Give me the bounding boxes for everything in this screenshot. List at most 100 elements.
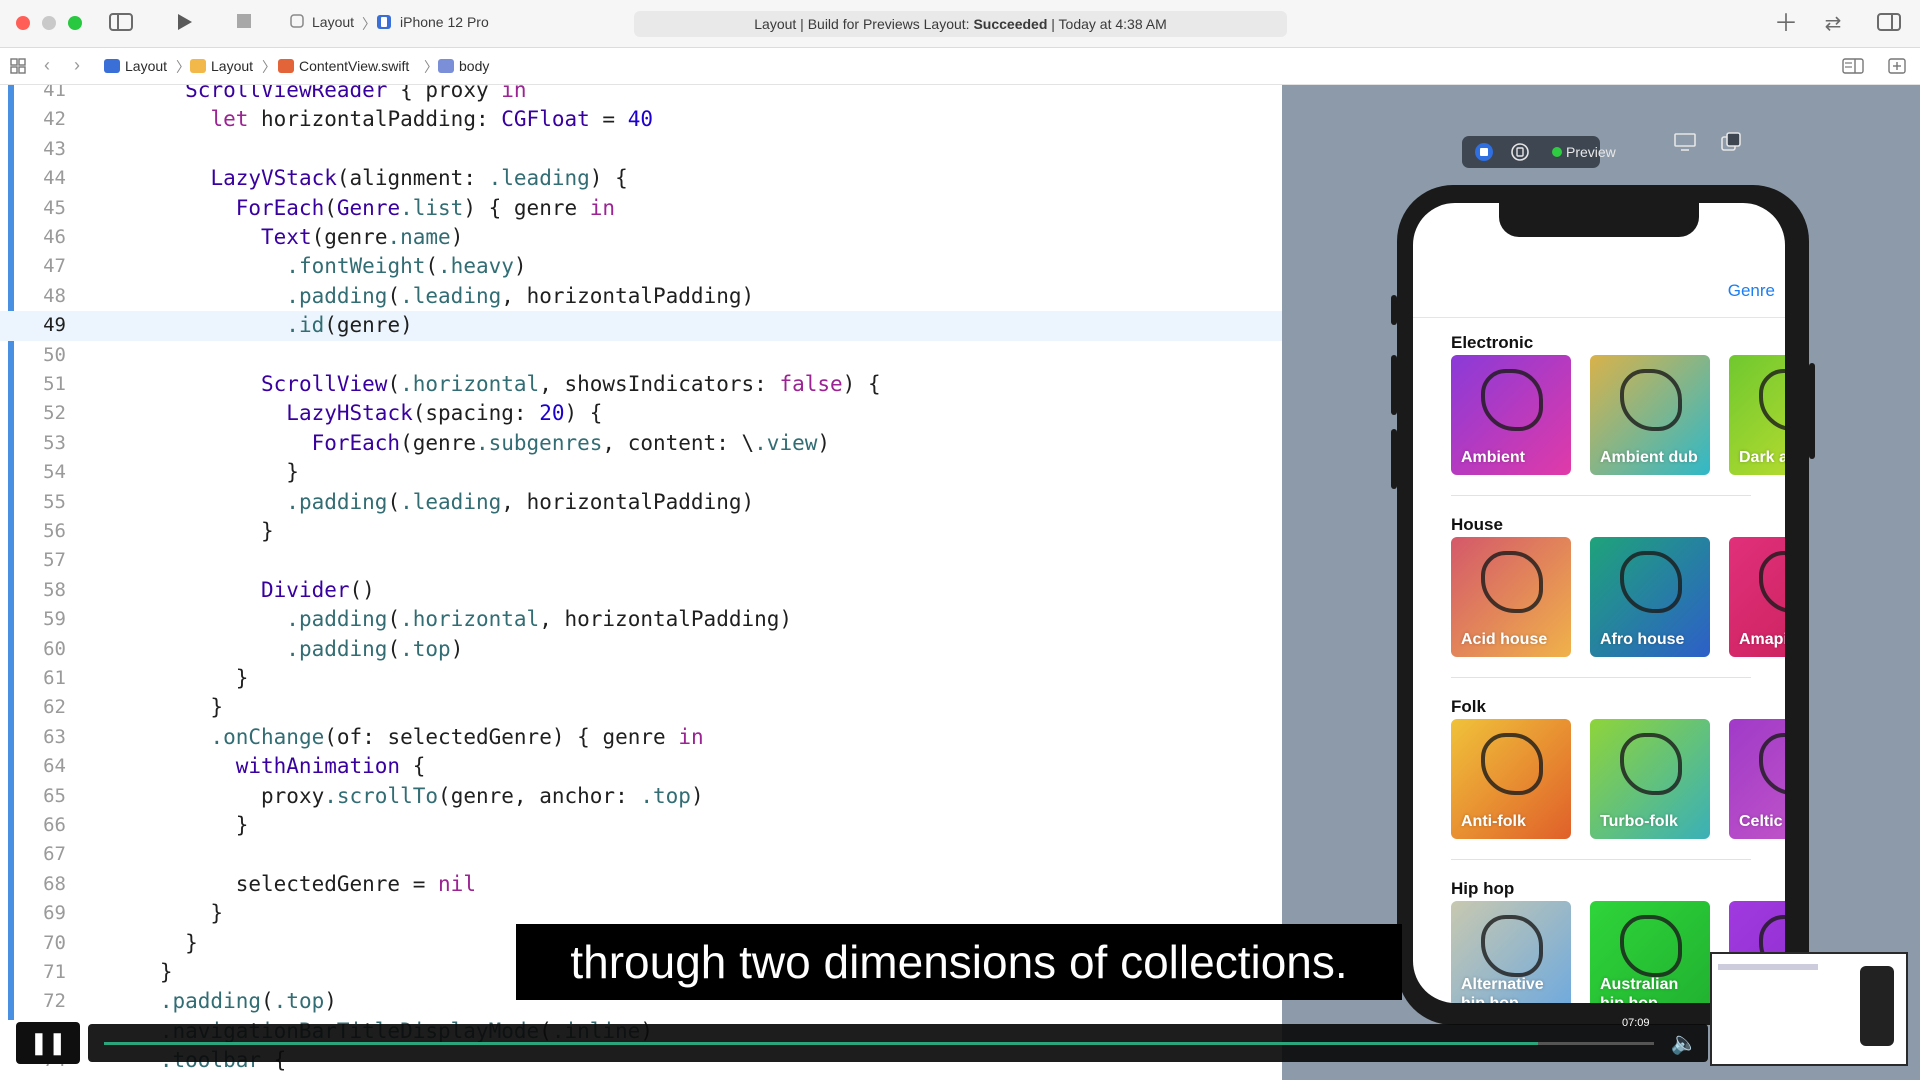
folder-icon [190, 59, 206, 73]
subgenre-tile[interactable]: Amapiano [1729, 537, 1785, 657]
code-line[interactable]: 43 [0, 135, 1282, 164]
volume-icon[interactable]: 🔈 [1671, 1030, 1698, 1056]
zoom-window-button[interactable] [68, 16, 82, 30]
code-line[interactable]: 47 .fontWeight(.heavy) [0, 252, 1282, 281]
related-items-icon[interactable] [10, 58, 26, 77]
device-notch [1499, 203, 1699, 237]
genre-menu-button[interactable]: Genre [1728, 281, 1775, 301]
code-line[interactable]: 58 Divider() [0, 576, 1282, 605]
subgenre-label: Australian hip hop [1600, 976, 1679, 1003]
power-button [1809, 363, 1815, 459]
code-text: .padding(.top) [159, 989, 337, 1014]
line-number: 63 [43, 725, 66, 748]
live-preview-icon[interactable] [1474, 142, 1494, 162]
code-line[interactable]: 66 } [0, 811, 1282, 840]
subgenre-artwork-icon [1481, 733, 1543, 795]
seek-bar[interactable]: 🔈 [88, 1024, 1708, 1062]
duplicate-preview-icon[interactable] [1718, 132, 1744, 156]
code-line[interactable]: 65 proxy.scrollTo(genre, anchor: .top) [0, 782, 1282, 811]
code-line[interactable]: 42 let horizontalPadding: CGFloat = 40 [0, 105, 1282, 134]
subgenre-tile[interactable]: Celtic [1729, 719, 1785, 839]
subgenre-label: Turbo-folk [1600, 813, 1678, 830]
code-line[interactable]: 46 Text(genre.name) [0, 223, 1282, 252]
line-number: 53 [43, 431, 66, 454]
code-line[interactable]: 59 .padding(.horizontal, horizontalPaddi… [0, 605, 1282, 634]
add-editor-icon[interactable] [1888, 58, 1906, 77]
inspect-preview-icon[interactable] [1510, 142, 1530, 162]
code-line[interactable]: 60 .padding(.top) [0, 635, 1282, 664]
playback-time: 07:09 [1622, 1017, 1650, 1029]
line-number: 47 [43, 255, 66, 278]
code-line[interactable]: 55 .padding(.leading, horizontalPadding) [0, 488, 1282, 517]
line-number: 51 [43, 373, 66, 395]
code-text: Text(genre.name) [261, 225, 464, 249]
section-title: House [1451, 515, 1503, 534]
code-line[interactable]: 56 } [0, 517, 1282, 546]
breadcrumb-project[interactable]: Layout [104, 58, 167, 74]
subgenre-label: Amapiano [1739, 631, 1785, 648]
chevron-right-icon: 〉 [262, 59, 276, 75]
device-settings-icon[interactable] [1672, 132, 1698, 156]
stop-icon[interactable] [232, 12, 256, 36]
subgenre-tile[interactable]: Dark ambient [1729, 355, 1785, 475]
line-number: 72 [43, 990, 66, 1013]
line-number: 61 [43, 667, 66, 689]
breadcrumb-file[interactable]: ContentView.swift [278, 58, 409, 74]
code-text: LazyVStack(alignment: .leading) { [210, 166, 628, 191]
minimize-window-button[interactable] [42, 16, 56, 30]
inspector-toggle-icon[interactable] [1876, 12, 1902, 36]
preview-label[interactable]: Preview [1566, 144, 1616, 160]
line-number: 58 [43, 578, 66, 601]
code-line[interactable]: 53 ForEach(genre.subgenres, content: \.v… [0, 429, 1282, 458]
code-line[interactable]: 61 } [0, 664, 1282, 693]
subgenre-label: Afro house [1600, 631, 1685, 648]
editor-options-icon[interactable] [1842, 58, 1864, 77]
subgenre-tile[interactable]: Ambient [1451, 355, 1571, 475]
subgenre-artwork-icon [1481, 915, 1543, 977]
thumbnail-code [1718, 964, 1818, 970]
code-line[interactable]: 63 .onChange(of: selectedGenre) { genre … [0, 723, 1282, 752]
code-line-current[interactable]: 49 .id(genre) [0, 311, 1282, 341]
code-line[interactable]: 68 selectedGenre = nil [0, 870, 1282, 899]
code-line[interactable]: 50 [0, 341, 1282, 370]
code-text: .padding(.horizontal, horizontalPadding) [286, 607, 793, 632]
property-icon [438, 59, 454, 73]
add-icon[interactable]: ＋ [1774, 12, 1798, 36]
code-line[interactable]: 48 .padding(.leading, horizontalPadding) [0, 282, 1282, 311]
close-window-button[interactable] [16, 16, 30, 30]
subgenre-tile[interactable]: Acid house [1451, 537, 1571, 657]
code-line[interactable]: 41 ScrollViewReader { proxy in [0, 85, 1282, 105]
code-line[interactable]: 44 LazyVStack(alignment: .leading) { [0, 164, 1282, 193]
line-number: 50 [43, 343, 66, 366]
code-line[interactable]: 54 } [0, 458, 1282, 487]
breadcrumb-symbol[interactable]: body [438, 58, 489, 74]
subgenre-tile[interactable]: Alternative hip hop [1451, 901, 1571, 1003]
xcode-window: Layout 〉 iPhone 12 Pro Layout | Build fo… [0, 0, 1920, 1080]
code-line[interactable]: 51 ScrollView(.horizontal, showsIndicato… [0, 370, 1282, 399]
navigator-toggle-icon[interactable] [108, 12, 134, 36]
line-number: 68 [43, 872, 66, 895]
pause-button[interactable]: ❚❚ [16, 1022, 80, 1064]
code-review-icon[interactable]: ⇄ [1818, 12, 1848, 36]
subgenre-tile[interactable]: Ambient dub [1590, 355, 1710, 475]
back-arrow-icon[interactable]: ‹ [44, 55, 50, 76]
code-line[interactable]: 67 [0, 840, 1282, 869]
line-number: 49 [43, 314, 66, 337]
subgenre-tile[interactable]: Afro house [1590, 537, 1710, 657]
run-icon[interactable] [172, 12, 196, 36]
subgenre-label: Anti-folk [1461, 813, 1526, 830]
chevron-right-icon: 〉 [362, 16, 376, 32]
code-line[interactable]: 57 [0, 546, 1282, 575]
code-line[interactable]: 52 LazyHStack(spacing: 20) { [0, 399, 1282, 428]
subgenre-tile[interactable]: Turbo-folk [1590, 719, 1710, 839]
forward-arrow-icon[interactable]: › [74, 55, 80, 76]
code-text: ForEach(Genre.list) { genre in [235, 195, 616, 220]
line-number: 42 [43, 108, 66, 131]
code-line[interactable]: 45 ForEach(Genre.list) { genre in [0, 194, 1282, 223]
code-line[interactable]: 62 } [0, 693, 1282, 722]
subgenre-tile[interactable]: Anti-folk [1451, 719, 1571, 839]
status-result: Succeeded [973, 16, 1048, 32]
subgenre-tile[interactable]: Australian hip hop [1590, 901, 1710, 1003]
code-line[interactable]: 64 withAnimation { [0, 752, 1282, 781]
breadcrumb-folder[interactable]: Layout [190, 58, 253, 74]
